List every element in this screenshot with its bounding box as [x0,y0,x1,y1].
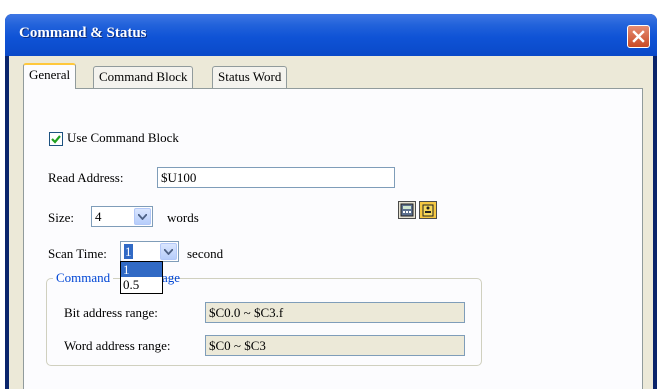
size-label: Size: [48,210,74,225]
scan-time-label: Scan Time: [48,246,107,261]
tab-general[interactable]: General [23,63,77,89]
scan-time-option[interactable]: 1 [121,262,162,277]
address-tag-button[interactable] [419,201,437,219]
checkmark-icon [51,135,61,144]
read-address-label: Read Address: [48,170,124,185]
bit-address-range-field: $C0.0 ~ $C3.f [205,302,465,323]
window-title: Command & Status [19,25,147,41]
close-icon [632,30,645,43]
size-dropdown-button[interactable] [134,208,151,225]
scan-time-unit: second [187,246,224,261]
tag-icon [422,204,434,217]
use-command-block-checkbox[interactable] [49,132,63,146]
calculator-icon [400,203,414,217]
dropdown-arrow-icon [138,213,147,220]
scan-time-dropdown-button[interactable] [160,243,177,260]
scan-time-select[interactable]: 1 [120,241,179,262]
size-value: 4 [95,209,102,224]
size-unit: words [167,210,199,225]
scan-time-dropdown-list: 1 0.5 [120,261,163,294]
group-title-right: age [162,270,181,285]
address-calculator-button[interactable] [398,201,416,219]
close-button[interactable] [627,25,650,48]
scan-time-option[interactable]: 0.5 [121,277,162,292]
tab-status-word-label: Status Word [218,69,282,84]
tab-command-block-label: Command Block [99,69,188,84]
tab-command-block[interactable]: Command Block [93,66,194,88]
tab-general-label: General [29,67,71,82]
read-address-input[interactable]: $U100 [157,167,395,188]
word-address-range-field: $C0 ~ $C3 [205,335,465,356]
bit-address-range-label: Bit address range: [64,305,158,320]
group-title-left: Command [53,270,114,286]
word-address-range-label: Word address range: [64,338,171,353]
dropdown-arrow-icon [164,248,173,255]
title-bar[interactable]: Command & Status [5,14,657,56]
scan-time-value: 1 [124,244,133,259]
command-status-dialog: Command & Status General Command Block S… [5,14,657,389]
dialog-body: General Command Block Status Word Use Co… [9,56,653,389]
size-select[interactable]: 4 [91,206,153,227]
use-command-block-label: Use Command Block [67,130,179,145]
tab-status-word[interactable]: Status Word [212,66,288,88]
